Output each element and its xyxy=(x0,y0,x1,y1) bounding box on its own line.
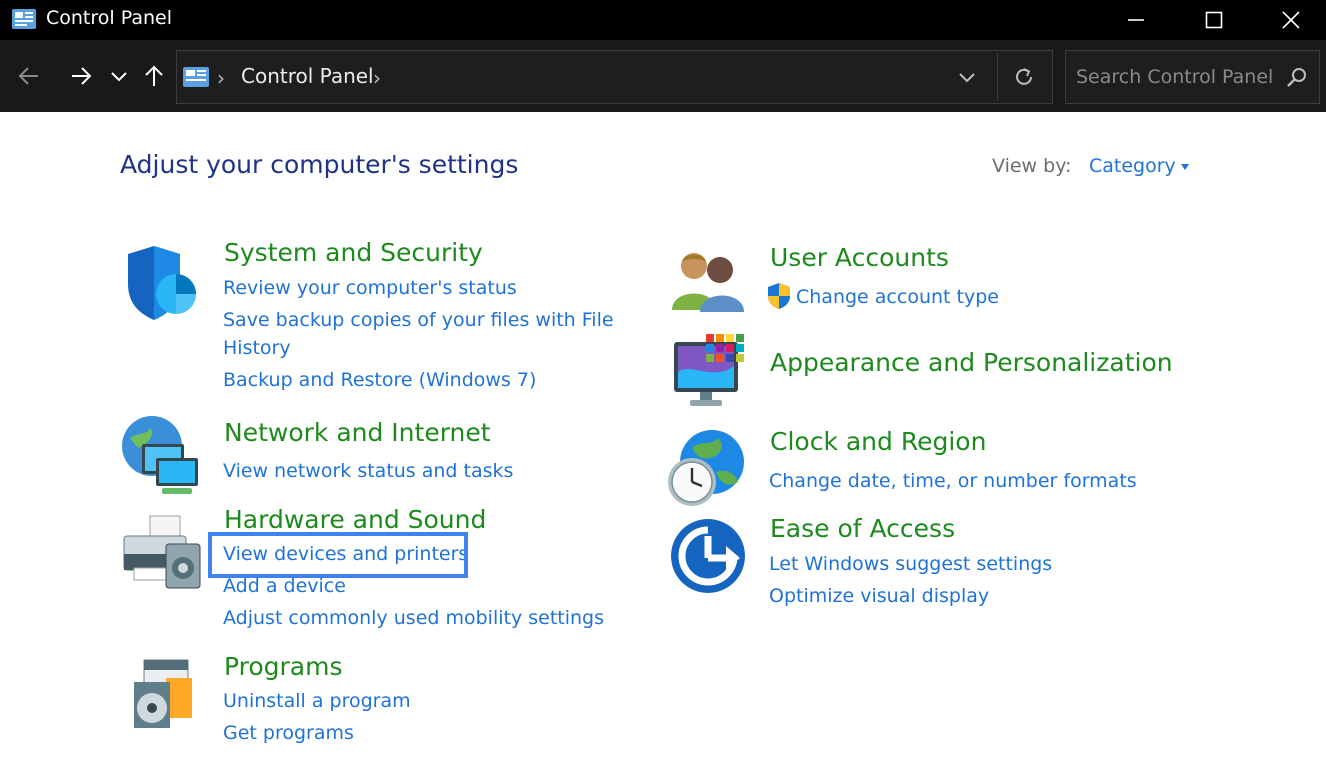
monitor-palette-icon[interactable] xyxy=(672,332,750,410)
search-input[interactable] xyxy=(1076,63,1276,91)
breadcrumb-control-panel[interactable]: Control Panel xyxy=(241,64,374,88)
view-by-dropdown[interactable]: Category xyxy=(1089,155,1176,177)
recent-locations-button[interactable] xyxy=(106,58,132,94)
category-programs[interactable]: Programs xyxy=(224,652,343,681)
link-optimize-visual-display[interactable]: Optimize visual display xyxy=(769,585,989,607)
back-button[interactable] xyxy=(14,58,44,94)
refresh-icon[interactable] xyxy=(1011,64,1037,90)
category-network-and-internet[interactable]: Network and Internet xyxy=(224,418,491,447)
navigation-toolbar: › Control Panel › xyxy=(0,40,1326,112)
category-appearance-and-personalization[interactable]: Appearance and Personalization xyxy=(770,348,1173,377)
breadcrumb-separator[interactable]: › xyxy=(217,66,225,90)
control-panel-icon xyxy=(183,67,209,87)
category-hardware-and-sound[interactable]: Hardware and Sound xyxy=(224,505,486,534)
uac-shield-icon xyxy=(768,283,790,309)
link-backup-and-restore[interactable]: Backup and Restore (Windows 7) xyxy=(223,369,536,391)
up-button[interactable] xyxy=(140,58,168,94)
printer-icon[interactable] xyxy=(120,514,204,590)
breadcrumb-separator[interactable]: › xyxy=(373,66,381,90)
maximize-button[interactable] xyxy=(1175,0,1253,40)
link-uninstall-a-program[interactable]: Uninstall a program xyxy=(223,690,411,712)
shield-icon[interactable] xyxy=(124,244,200,322)
maximize-icon xyxy=(1205,11,1223,29)
caret-down-icon[interactable] xyxy=(1181,164,1189,170)
close-button[interactable] xyxy=(1252,0,1326,40)
control-panel-icon xyxy=(12,9,36,29)
link-review-computer-status[interactable]: Review your computer's status xyxy=(223,277,517,299)
link-file-history-line2[interactable]: History xyxy=(223,337,291,359)
recent-dropdown-icon xyxy=(111,72,127,82)
forward-arrow-icon xyxy=(72,67,92,85)
title-bar: Control Panel xyxy=(0,0,1326,40)
link-add-a-device[interactable]: Add a device xyxy=(223,575,346,597)
clock-globe-icon[interactable] xyxy=(666,428,748,508)
ease-of-access-icon[interactable] xyxy=(670,518,748,596)
link-file-history-line1[interactable]: Save backup copies of your files with Fi… xyxy=(223,309,614,331)
network-icon[interactable] xyxy=(120,414,204,496)
chevron-down-icon[interactable] xyxy=(955,65,979,89)
minimize-icon xyxy=(1128,19,1144,21)
selection-highlight xyxy=(208,532,468,578)
link-mobility-settings[interactable]: Adjust commonly used mobility settings xyxy=(223,607,604,629)
back-arrow-icon xyxy=(18,67,38,85)
category-user-accounts[interactable]: User Accounts xyxy=(770,243,949,272)
link-view-network-status[interactable]: View network status and tasks xyxy=(223,460,513,482)
category-clock-and-region[interactable]: Clock and Region xyxy=(770,427,986,456)
up-arrow-icon xyxy=(145,65,163,86)
address-divider xyxy=(997,53,998,101)
view-by-label: View by: xyxy=(992,155,1072,177)
search-icon[interactable] xyxy=(1285,65,1309,89)
users-icon[interactable] xyxy=(670,248,748,312)
category-system-and-security[interactable]: System and Security xyxy=(224,238,483,267)
minimize-button[interactable] xyxy=(1097,0,1175,40)
search-box[interactable] xyxy=(1065,50,1320,104)
page-title: Adjust your computer's settings xyxy=(120,150,519,179)
close-icon xyxy=(1282,11,1300,29)
link-let-windows-suggest-settings[interactable]: Let Windows suggest settings xyxy=(769,553,1052,575)
category-ease-of-access[interactable]: Ease of Access xyxy=(770,514,955,543)
programs-icon[interactable] xyxy=(130,658,196,732)
link-change-account-type[interactable]: Change account type xyxy=(796,286,999,308)
window-title: Control Panel xyxy=(46,7,172,29)
address-bar[interactable]: › Control Panel › xyxy=(176,50,1053,104)
forward-button[interactable] xyxy=(66,58,96,94)
link-change-date-time-formats[interactable]: Change date, time, or number formats xyxy=(769,470,1137,492)
link-get-programs[interactable]: Get programs xyxy=(223,722,354,744)
